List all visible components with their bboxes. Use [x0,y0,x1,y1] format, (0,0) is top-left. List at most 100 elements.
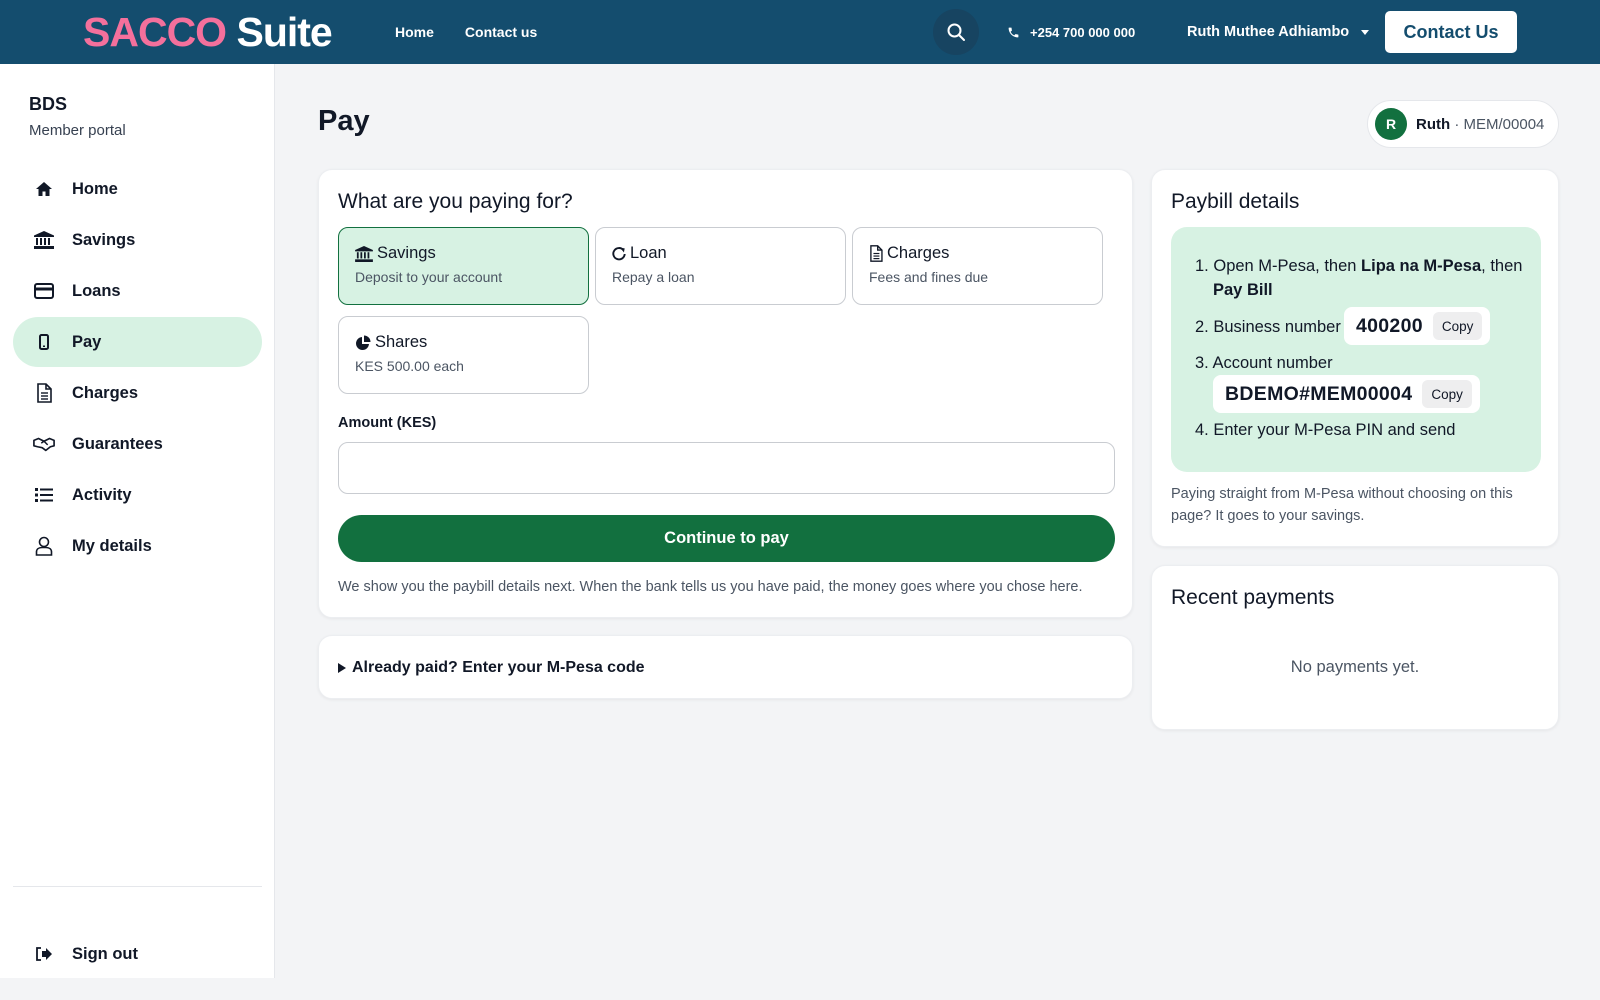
page-title: Pay [318,105,370,137]
account-number-chip: BDEMO#MEM00004 Copy [1213,375,1480,413]
credit-card-icon [33,280,55,302]
sidebar-item-label: Loans [72,281,121,300]
member-name: Ruth [1416,115,1451,133]
top-nav-home-link[interactable]: Home [395,24,434,40]
business-number-value: 400200 [1356,314,1423,337]
recent-payments-empty: No payments yet. [1290,658,1420,676]
top-nav-contact-link[interactable]: Contact us [465,24,537,40]
document-icon [33,382,55,404]
brand-logo[interactable]: SACCO Suite [83,10,333,54]
option-charges[interactable]: Charges Fees and fines due [852,227,1103,305]
user-menu-dropdown[interactable]: Ruth Muthee Adhiambo [1187,0,1370,64]
paybill-step-1: 1. Open M-Pesa, then Lipa na M-Pesa, the… [1195,254,1535,302]
already-paid-label: Already paid? Enter your M-Pesa code [352,659,645,676]
chevron-down-icon [1361,29,1370,35]
pie-chart-icon [356,335,371,350]
option-title: Loan [630,244,667,262]
option-shares[interactable]: Shares KES 500.00 each [338,316,589,394]
sidebar-item-charges[interactable]: Charges [13,368,262,418]
step-1-lipa-na-mpesa: Lipa na M-Pesa [1361,257,1482,275]
list-icon [33,484,55,506]
search-icon [947,23,965,41]
paybill-step-3: 3. Account number [1195,351,1333,375]
sidebar-item-label: My details [72,536,152,555]
step-number: 3. [1195,354,1209,372]
account-number-label: Account number [1212,354,1333,372]
sidebar-item-label: Pay [72,332,102,351]
refresh-icon [612,246,626,260]
sidebar-item-activity[interactable]: Activity [13,470,262,520]
step-1-pay-bill: Pay Bill [1213,281,1273,299]
phone-icon [1008,27,1019,37]
option-title: Savings [377,244,436,262]
sidebar-nav: Home Savings Loans Pay Charges Guarantee… [13,164,262,572]
option-description: KES 500.00 each [355,358,464,374]
amount-label: Amount (KES) [338,415,437,431]
bank-icon [355,245,373,262]
org-name: BDS [29,94,68,114]
business-number-label: Business number [1213,318,1341,336]
sign-out-button[interactable]: Sign out [13,929,262,980]
option-title: Charges [887,244,950,262]
paybill-details-card: Paybill details 1. Open M-Pesa, then Lip… [1151,169,1559,547]
sidebar-item-home[interactable]: Home [13,164,262,214]
user-name: Ruth Muthee Adhiambo [1187,24,1350,40]
search-button[interactable] [933,9,979,55]
sidebar: BDS Member portal Home Savings Loans Pay… [0,64,275,978]
phone-number: +254 700 000 000 [1030,24,1136,40]
sidebar-item-loans[interactable]: Loans [13,266,262,316]
top-navbar: SACCO Suite Home Contact us +254 700 000… [0,0,1600,64]
paybill-instructions: 1. Open M-Pesa, then Lipa na M-Pesa, the… [1171,227,1541,472]
option-description: Repay a loan [612,269,695,285]
sign-out-icon [33,943,55,965]
option-savings[interactable]: Savings Deposit to your account [338,227,589,305]
mobile-phone-icon [33,331,55,353]
step-number: 1. [1195,257,1209,275]
sidebar-item-label: Guarantees [72,434,163,453]
sidebar-item-pay[interactable]: Pay [13,317,262,367]
account-number-value: BDEMO#MEM00004 [1225,382,1413,405]
org-subtitle: Member portal [29,122,126,139]
sidebar-item-my-details[interactable]: My details [13,521,262,571]
paybill-step-2: 2. Business number [1195,315,1341,339]
option-description: Fees and fines due [869,269,989,285]
member-number: MEM/00004 [1463,115,1545,133]
sidebar-item-sign-out[interactable]: Sign out [13,929,262,979]
pay-form-card: What are you paying for? Savings Deposit… [318,169,1133,618]
member-separator: · [1450,115,1464,133]
expand-triangle-icon [338,663,346,673]
paybill-note: Paying straight from M-Pesa without choo… [1171,486,1513,524]
option-loan[interactable]: Loan Repay a loan [595,227,846,305]
recent-payments-heading: Recent payments [1171,586,1335,609]
copy-account-number-button[interactable]: Copy [1422,380,1472,408]
already-paid-card: Already paid? Enter your M-Pesa code [318,635,1133,699]
already-paid-toggle[interactable]: Already paid? Enter your M-Pesa code [338,636,645,700]
step-1-prefix: Open M-Pesa, then [1213,257,1362,275]
pay-form-heading: What are you paying for? [338,190,573,213]
top-nav-links: Home Contact us [395,0,537,64]
support-phone[interactable]: +254 700 000 000 [1007,0,1135,64]
continue-to-pay-button[interactable]: Continue to pay [338,515,1115,562]
option-description: Deposit to your account [355,269,503,285]
handshake-icon [33,433,55,455]
sidebar-item-label: Home [72,179,118,198]
business-number-chip: 400200 Copy [1344,307,1491,345]
contact-us-button[interactable]: Contact Us [1385,11,1517,53]
avatar: R [1375,108,1407,140]
member-info: Ruth · MEM/00004 [1416,116,1544,133]
member-chip[interactable]: R Ruth · MEM/00004 [1367,100,1560,148]
user-icon [33,535,55,557]
org-info: BDS Member portal [29,94,126,139]
pay-form-note: We show you the paybill details next. Wh… [338,579,1083,595]
sign-out-label: Sign out [72,944,138,963]
copy-business-number-button[interactable]: Copy [1432,312,1483,340]
step-1-mid: , then [1481,257,1523,275]
paybill-step-4: 4. Enter your M-Pesa PIN and send [1195,418,1455,442]
amount-input[interactable] [338,442,1115,494]
paybill-heading: Paybill details [1171,190,1300,213]
sidebar-item-label: Savings [72,230,136,249]
sidebar-item-guarantees[interactable]: Guarantees [13,419,262,469]
sidebar-item-label: Charges [72,383,139,402]
document-icon [870,245,883,262]
sidebar-item-savings[interactable]: Savings [13,215,262,265]
